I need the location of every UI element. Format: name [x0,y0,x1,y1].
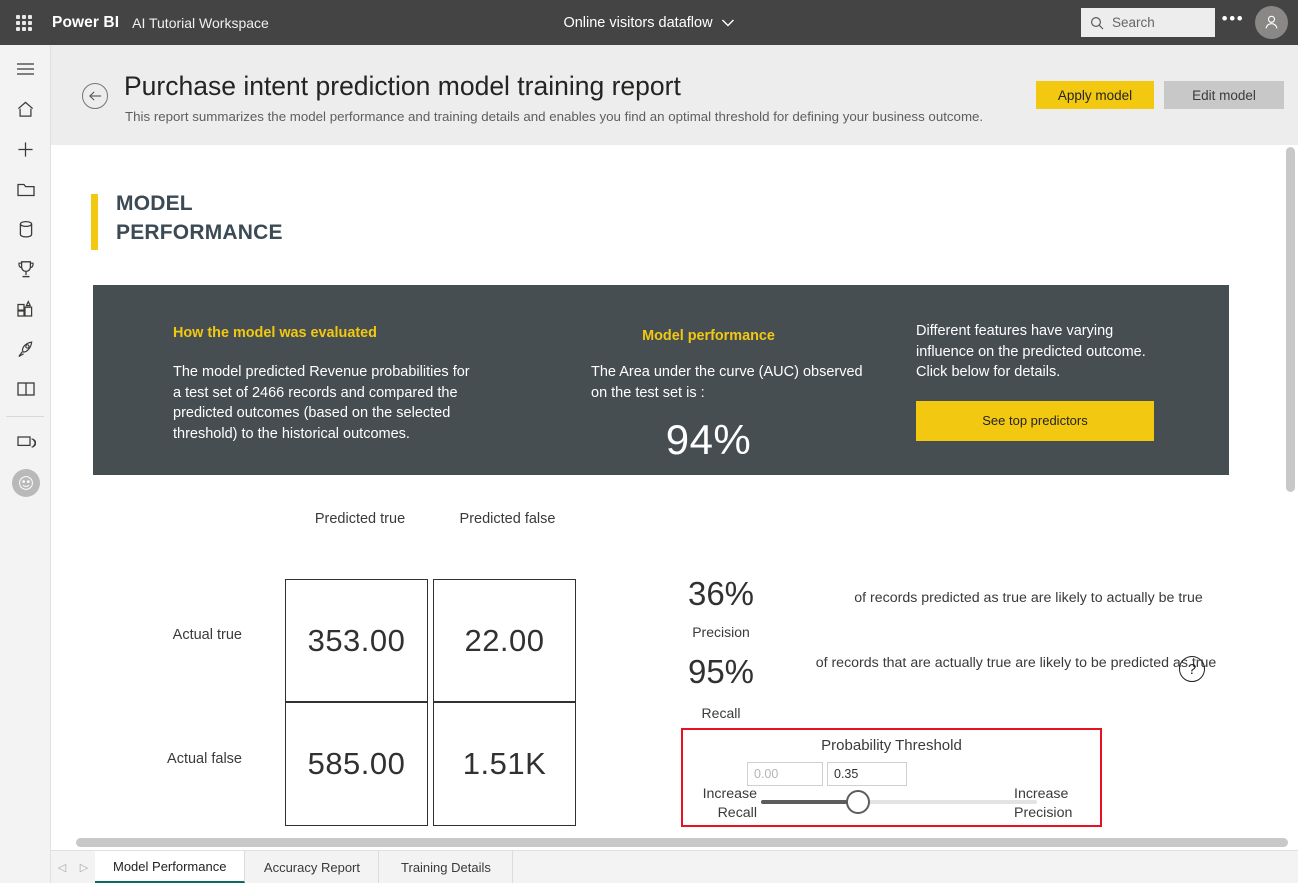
threshold-left-label-line1: Increase [702,786,757,802]
section-title-line2: PERFORMANCE [116,220,283,244]
folder-icon [16,183,35,196]
probability-threshold-panel: Probability Threshold Increase Recall In… [681,728,1102,827]
help-icon[interactable]: ? [1179,656,1205,682]
edit-model-button[interactable]: Edit model [1164,81,1284,109]
layers-icon [16,436,36,448]
auc-value: 94% [665,416,752,464]
threshold-max-input[interactable] [827,762,907,786]
sidebar-item-menu[interactable] [0,49,51,89]
sidebar-item-home[interactable] [0,89,51,129]
hamburger-icon [17,63,34,75]
person-icon [1265,15,1278,29]
home-icon [17,101,34,117]
page-title: Purchase intent prediction model trainin… [124,71,681,101]
threshold-slider-fill [761,800,858,804]
evaluation-heading: How the model was evaluated [173,325,377,341]
app-launcher-button[interactable] [0,0,48,45]
threshold-slider[interactable] [761,790,1037,814]
rocket-icon [18,340,33,357]
cm-row-header-1: Actual false [167,751,242,767]
section-heading: MODEL PERFORMANCE [91,190,283,250]
database-icon [19,220,32,238]
predictors-column: Different features have varying influenc… [916,321,1166,441]
tab-bar-filler [513,851,1298,883]
threshold-slider-thumb[interactable] [845,790,870,814]
cm-cell-false-false[interactable]: 1.51K [433,702,576,826]
topbar-right-actions: Search ••• [1081,0,1288,45]
cm-col-header-1: Predicted false [459,511,556,527]
recall-value: 95% [687,653,755,690]
apps-grid-icon [17,300,33,317]
tab-model-performance[interactable]: Model Performance [95,851,246,883]
cm-col-header-0: Predicted true [314,511,406,527]
plus-icon [18,141,33,157]
arrow-left-icon [88,91,101,101]
apply-model-button[interactable]: Apply model [1036,81,1154,109]
dataflow-selector[interactable]: Online visitors dataflow [563,14,735,31]
evaluation-column: How the model was evaluated The model pr… [173,325,473,444]
section-title-line1: MODEL [116,192,193,215]
more-options-button[interactable]: ••• [1215,0,1251,45]
report-canvas: MODEL PERFORMANCE How the model was eval… [52,145,1283,834]
tab-prev-button[interactable]: ◁ [51,851,73,883]
accent-bar [91,194,98,250]
threshold-left-label: Increase Recall [691,785,757,823]
top-navigation-bar: Power BI AI Tutorial Workspace Online vi… [0,0,1298,45]
canvas-vertical-scrollbar[interactable] [1286,147,1295,492]
report-header: Purchase intent prediction model trainin… [51,45,1298,145]
sidebar-item-browse[interactable] [0,169,51,209]
cm-row-header-0: Actual true [172,627,242,643]
evaluation-body: The model predicted Revenue probabilitie… [173,364,470,442]
powerbi-brand-label[interactable]: Power BI [52,14,119,32]
cm-cell-true-false[interactable]: 22.00 [433,579,576,702]
search-placeholder-label: Search [1112,15,1155,30]
search-icon [1090,16,1104,29]
precision-description: of records predicted as true are likely … [854,590,1203,606]
performance-heading: Model performance [642,328,775,344]
threshold-min-input[interactable] [747,762,823,786]
user-avatar[interactable] [1255,6,1288,39]
cm-cell-false-true[interactable]: 585.00 [285,702,428,826]
tab-accuracy-report[interactable]: Accuracy Report [245,851,380,883]
page-tab-bar: ◁ ▷ Model Performance Accuracy Report Tr… [51,850,1298,883]
waffle-grid-icon [16,14,32,31]
canvas-horizontal-scrollbar[interactable] [76,838,1288,847]
model-info-panel: How the model was evaluated The model pr… [93,285,1229,475]
performance-body: The Area under the curve (AUC) observed … [591,364,863,401]
recall-label: Recall [701,705,741,721]
performance-column: Model performance The Area under the cur… [591,328,881,464]
threshold-title: Probability Threshold [821,737,962,754]
book-icon [16,382,35,396]
sidebar-item-current-workspace[interactable] [0,463,51,503]
section-title-text: MODEL PERFORMANCE [116,190,283,248]
tab-next-button[interactable]: ▷ [73,851,95,883]
sidebar-item-data-hub[interactable] [0,209,51,249]
workspace-name-label[interactable]: AI Tutorial Workspace [132,15,269,31]
search-input[interactable]: Search [1081,8,1215,37]
sidebar-item-workspaces[interactable] [0,423,51,463]
threshold-right-label: Increase Precision [1014,785,1094,823]
sidebar-item-apps[interactable] [0,289,51,329]
chevron-down-icon [722,19,735,26]
dataflow-name-label: Online visitors dataflow [563,14,713,31]
tab-training-details[interactable]: Training Details [379,851,514,883]
back-button[interactable] [82,83,108,109]
page-subtitle: This report summarizes the model perform… [125,109,984,124]
see-top-predictors-button[interactable]: See top predictors [916,400,1154,441]
cm-cell-true-true[interactable]: 353.00 [285,579,428,702]
threshold-right-label-line2: Precision [1014,805,1073,822]
workspace-avatar-icon [11,469,40,497]
left-navigation-rail [0,45,51,883]
sidebar-item-learn[interactable] [0,369,51,409]
predictors-body: Different features have varying influenc… [916,323,1146,381]
trophy-icon [17,260,34,277]
precision-label: Precision [692,624,750,640]
sidebar-item-deployment-pipelines[interactable] [0,329,51,369]
sidebar-item-metrics[interactable] [0,249,51,289]
nav-divider [6,416,44,417]
precision-value: 36% [687,575,755,612]
threshold-left-label-line2: Recall [717,805,757,822]
sidebar-item-create[interactable] [0,129,51,169]
